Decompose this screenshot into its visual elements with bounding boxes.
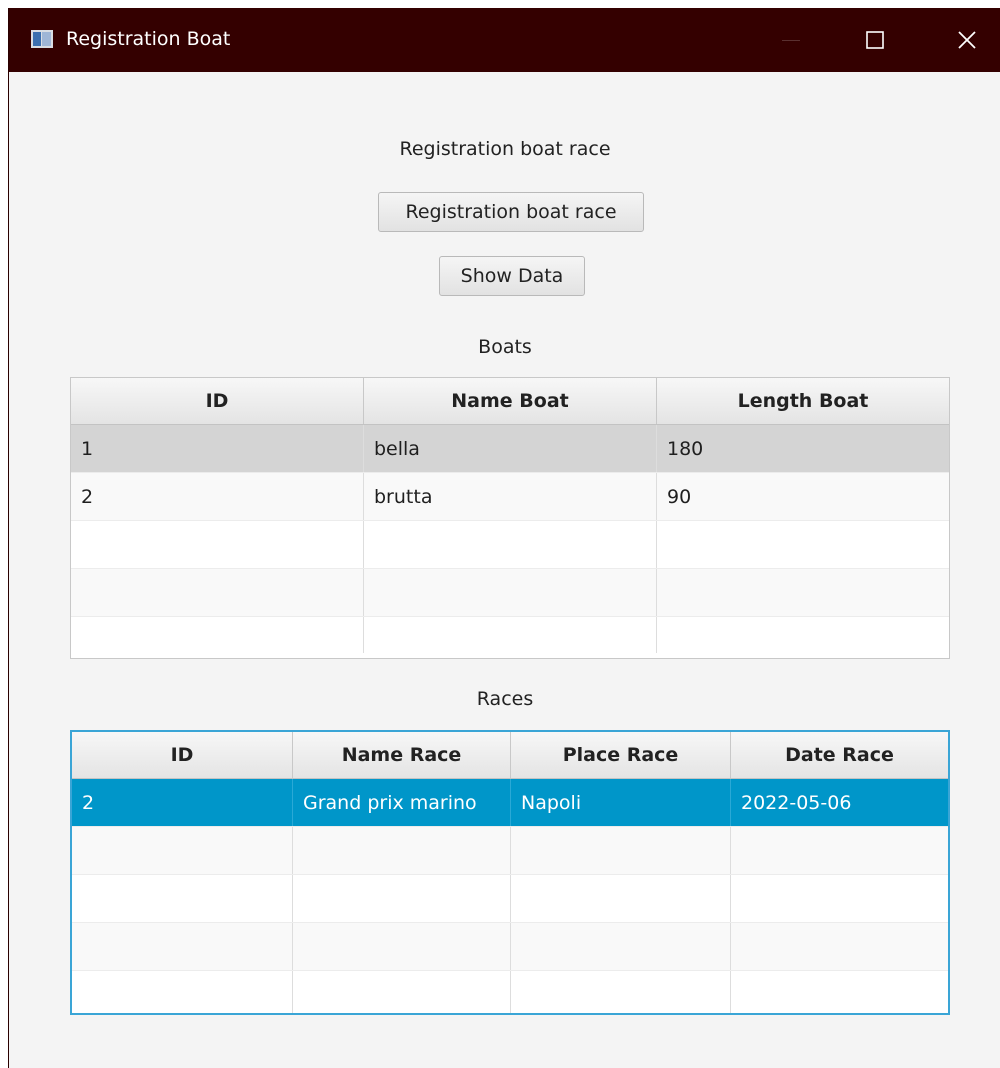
boats-table-header: ID Name Boat Length Boat bbox=[71, 378, 949, 425]
boat-length-cell: 90 bbox=[667, 485, 692, 508]
race-date-cell: 2022-05-06 bbox=[741, 791, 852, 814]
empty-row[interactable] bbox=[71, 569, 949, 617]
boats-label: Boats bbox=[478, 336, 532, 358]
window-title: Registration Boat bbox=[66, 28, 231, 50]
app-icon bbox=[31, 30, 53, 48]
minimize-icon bbox=[782, 39, 800, 41]
boat-name-cell: bella bbox=[364, 425, 657, 472]
boat-length-cell: 180 bbox=[667, 437, 704, 460]
empty-row[interactable] bbox=[72, 971, 948, 1013]
races-column-place[interactable]: Place Race bbox=[511, 732, 731, 778]
maximize-icon bbox=[866, 31, 884, 49]
table-row[interactable]: 1 bella 180 bbox=[71, 425, 949, 473]
race-name-cell: Grand prix marino bbox=[293, 779, 511, 826]
empty-row[interactable] bbox=[72, 875, 948, 923]
boat-id-cell: 2 bbox=[71, 473, 364, 520]
race-place-cell: Napoli bbox=[511, 779, 731, 826]
close-icon bbox=[958, 31, 976, 49]
boats-table[interactable]: ID Name Boat Length Boat 1 bella 180 2 b… bbox=[70, 377, 950, 659]
empty-row[interactable] bbox=[72, 923, 948, 971]
table-row[interactable]: 2 brutta 90 bbox=[71, 473, 949, 521]
race-id-cell: 2 bbox=[72, 779, 293, 826]
empty-row[interactable] bbox=[72, 827, 948, 875]
app-window: Registration Boat Registration boat race… bbox=[8, 8, 1000, 1068]
races-table-header: ID Name Race Place Race Date Race bbox=[72, 732, 948, 779]
races-column-name[interactable]: Name Race bbox=[293, 732, 511, 778]
boat-name-cell: brutta bbox=[364, 473, 657, 520]
close-button[interactable] bbox=[939, 8, 995, 72]
races-column-id[interactable]: ID bbox=[72, 732, 293, 778]
races-label: Races bbox=[476, 688, 534, 710]
boats-column-length[interactable]: Length Boat bbox=[657, 378, 949, 424]
empty-row[interactable] bbox=[71, 521, 949, 569]
page-heading: Registration boat race bbox=[399, 138, 611, 160]
title-bar[interactable]: Registration Boat bbox=[9, 8, 1000, 72]
minimize-button[interactable] bbox=[763, 8, 819, 72]
boats-column-id[interactable]: ID bbox=[71, 378, 364, 424]
boats-column-name[interactable]: Name Boat bbox=[364, 378, 657, 424]
registration-boat-race-button[interactable]: Registration boat race bbox=[378, 192, 644, 232]
empty-row[interactable] bbox=[71, 617, 949, 653]
table-row[interactable]: 2 Grand prix marino Napoli 2022-05-06 bbox=[72, 779, 948, 827]
show-data-button[interactable]: Show Data bbox=[439, 256, 585, 296]
races-column-date[interactable]: Date Race bbox=[731, 732, 948, 778]
maximize-button[interactable] bbox=[847, 8, 903, 72]
boat-id-cell: 1 bbox=[71, 425, 364, 472]
races-table[interactable]: ID Name Race Place Race Date Race 2 Gran… bbox=[70, 730, 950, 1015]
